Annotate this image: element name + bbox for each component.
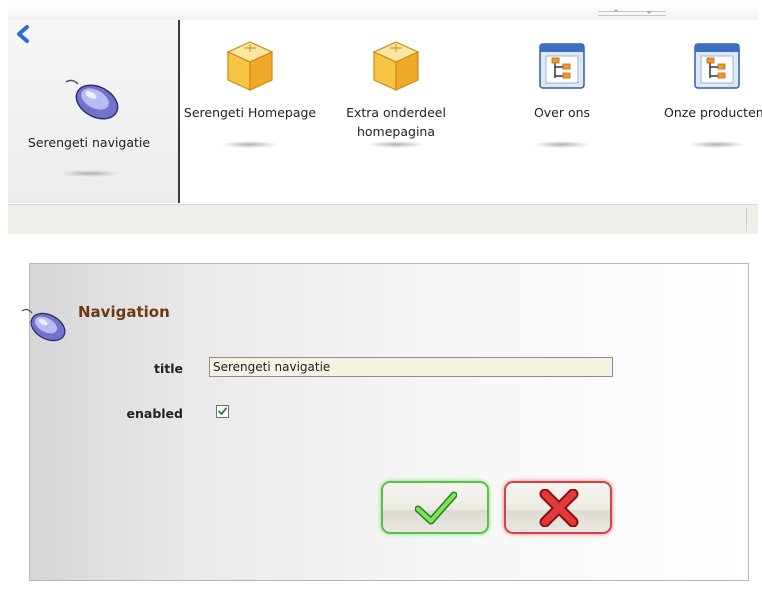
resize-grip[interactable]	[598, 9, 666, 16]
title-field-label: title	[154, 361, 183, 376]
chevron-left-icon[interactable]	[14, 24, 34, 44]
enabled-checkbox[interactable]	[216, 405, 229, 418]
ok-button[interactable]	[381, 481, 489, 534]
x-icon	[539, 489, 579, 527]
sitemap-window-icon	[534, 38, 590, 94]
navigator-top-strip	[8, 6, 758, 21]
navigator-item-extra-onderdeel[interactable]: Extra onderdeel homepagina	[326, 20, 466, 203]
mouse-icon	[64, 74, 124, 124]
item-shadow	[60, 170, 120, 177]
current-item-label: Serengeti navigatie	[27, 135, 151, 150]
item-shadow	[222, 141, 278, 148]
cancel-button[interactable]	[504, 481, 612, 534]
sitemap-window-icon	[689, 38, 745, 94]
item-shadow	[689, 141, 745, 148]
checkmark-icon	[415, 491, 457, 525]
navigator-item-label: Onze producten	[664, 105, 762, 120]
navigator-current-panel: Serengeti navigatie	[8, 20, 180, 203]
navigator-item-serengeti-homepage[interactable]: Serengeti Homepage	[180, 20, 320, 203]
item-shadow	[368, 141, 424, 148]
status-bar	[8, 204, 758, 234]
navigator-item-onze-producten[interactable]: Onze producten	[647, 20, 762, 203]
enabled-field-label: enabled	[126, 406, 183, 421]
status-bar-separator	[746, 207, 747, 231]
form-title: Navigation	[78, 303, 170, 321]
box-icon	[222, 38, 278, 94]
mouse-icon	[21, 305, 69, 345]
navigator-item-label: Serengeti Homepage	[183, 105, 317, 120]
box-icon	[368, 38, 424, 94]
title-input[interactable]	[209, 357, 613, 377]
navigator-item-label: Over ons	[533, 105, 591, 120]
navigator-items-panel: Serengeti Homepage Extra onderdeel homep…	[180, 20, 762, 203]
navigator-item-label: Extra onderdeel homepagina	[346, 105, 446, 139]
item-shadow	[534, 141, 590, 148]
checkbox-check-icon	[218, 407, 227, 415]
navigator-item-over-ons[interactable]: Over ons	[492, 20, 632, 203]
